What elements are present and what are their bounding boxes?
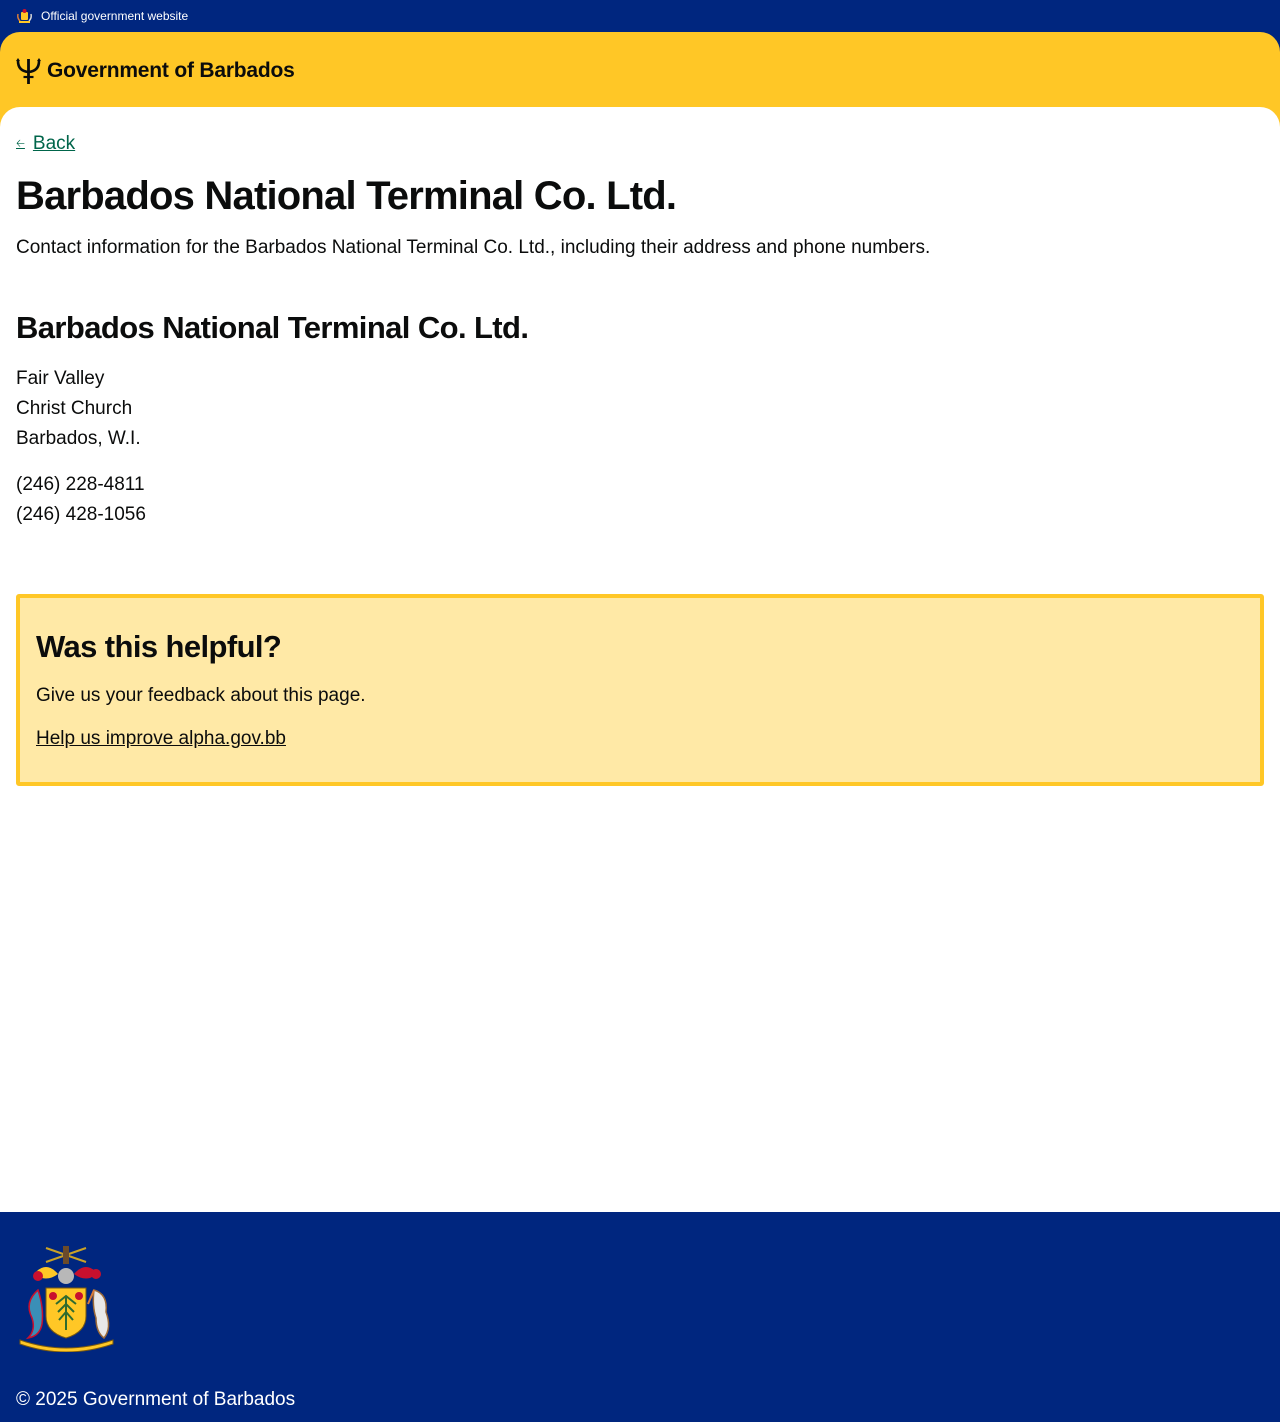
crest-icon [16, 8, 33, 25]
phone-number: (246) 428-1056 [16, 500, 1264, 530]
page-summary: Contact information for the Barbados Nat… [16, 236, 1264, 261]
feedback-link[interactable]: Help us improve alpha.gov.bb [36, 728, 286, 750]
coat-of-arms-icon [16, 1244, 117, 1352]
address-line: Fair Valley [16, 364, 1264, 394]
official-banner: Official government website [0, 0, 1280, 32]
page-title: Barbados National Terminal Co. Ltd. [16, 172, 1264, 220]
phone-list: (246) 228-4811 (246) 428-1056 [16, 470, 1264, 530]
official-website-label: Official government website [41, 10, 188, 22]
address-line: Christ Church [16, 394, 1264, 424]
address-block: Fair Valley Christ Church Barbados, W.I. [16, 364, 1264, 454]
back-link-label: Back [33, 133, 75, 155]
back-arrow-icon: 🡠 [16, 135, 25, 154]
feedback-panel: Was this helpful? Give us your feedback … [16, 594, 1264, 786]
main-content: 🡠 Back Barbados National Terminal Co. Lt… [0, 107, 1280, 1212]
site-header: Government of Barbados [0, 32, 1280, 112]
back-link[interactable]: 🡠 Back [16, 133, 75, 155]
site-footer: © 2025 Government of Barbados [0, 1212, 1280, 1422]
copyright-text: © 2025 Government of Barbados [16, 1389, 1264, 1411]
trident-icon [16, 58, 41, 85]
phone-number: (246) 228-4811 [16, 470, 1264, 500]
organisation-name: Barbados National Terminal Co. Ltd. [16, 309, 1264, 346]
page: Official government website Government o… [0, 0, 1280, 1422]
site-home-link[interactable]: Government of Barbados [47, 59, 295, 83]
feedback-text: Give us your feedback about this page. [36, 685, 1244, 707]
address-line: Barbados, W.I. [16, 424, 1264, 454]
feedback-title: Was this helpful? [36, 628, 1244, 665]
